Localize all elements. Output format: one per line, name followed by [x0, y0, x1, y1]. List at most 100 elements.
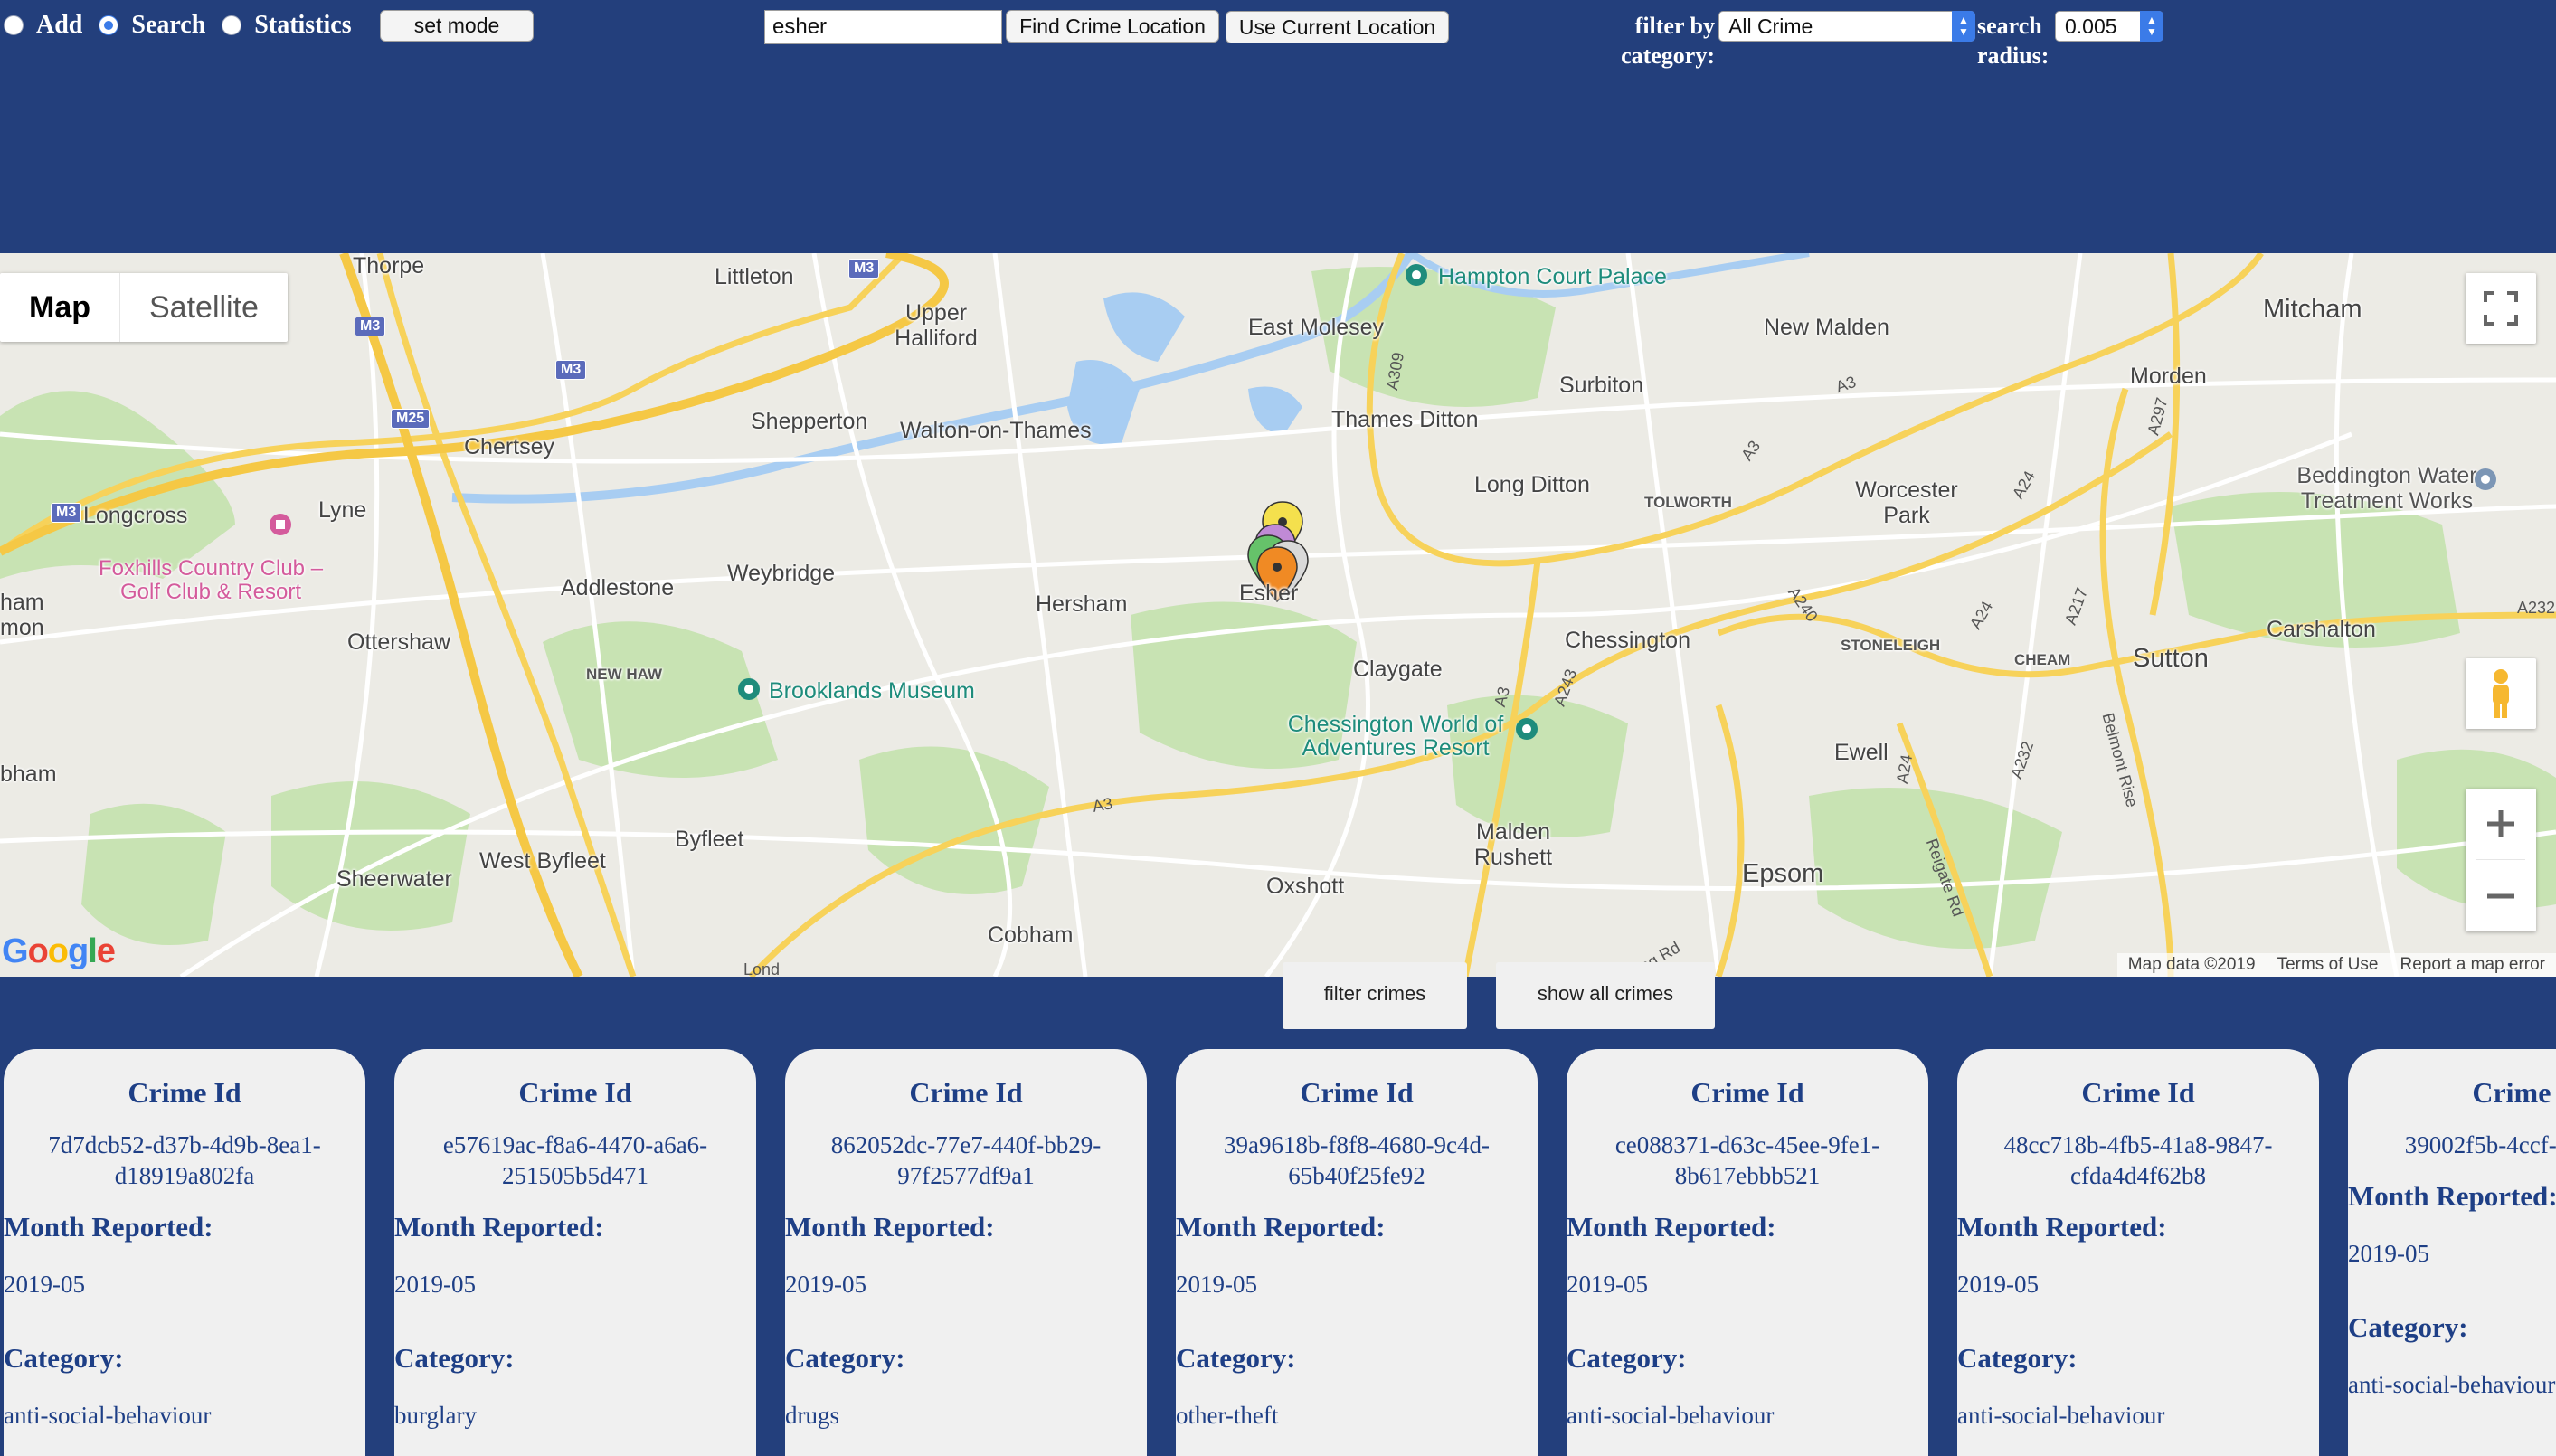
search-radius-label: search radius:: [1977, 13, 2050, 69]
crime-id-heading: Crime Id: [2081, 1076, 2195, 1109]
select-arrows-icon: ▲ ▼: [1952, 11, 1975, 42]
crime-card[interactable]: Crime Id 39002f5b-4ccf-768e22db Month Re…: [2348, 1049, 2556, 1456]
map-label-sutton: Sutton: [2133, 644, 2209, 673]
map-label-ewell: Ewell: [1834, 740, 1889, 765]
pegman-icon: [2493, 669, 2509, 718]
poi-pin-icon: [1516, 718, 1538, 740]
crime-card[interactable]: Crime Id ce088371-d63c-45ee-9fe1-8b617eb…: [1567, 1049, 1928, 1456]
map-label-walton: Walton-on-Thames: [900, 418, 1092, 443]
map-label-surbiton: Surbiton: [1559, 373, 1644, 398]
map-data-text: Map data ©2019: [2127, 955, 2256, 974]
map-label-foxhills: Foxhills Country Club – Golf Club & Reso…: [98, 556, 324, 604]
map-label-epsom: Epsom: [1742, 859, 1824, 888]
map-label-thames-ditton: Thames Ditton: [1331, 407, 1479, 432]
road-label: A3: [1091, 794, 1114, 816]
map-label-cheam: CHEAM: [2014, 651, 2071, 668]
terms-of-use-link[interactable]: Terms of Use: [2267, 953, 2390, 977]
map-label-ham-mon: ham mon: [0, 590, 44, 640]
category-heading: Category:: [785, 1342, 905, 1374]
road-shield: M3: [555, 360, 587, 380]
category-heading: Category:: [2348, 1311, 2468, 1343]
category-heading: Category:: [1957, 1342, 2078, 1374]
category-select[interactable]: All Crime ▲ ▼: [1718, 11, 1975, 42]
crime-id-heading: Crime Id: [518, 1076, 632, 1109]
zoom-in-icon[interactable]: [2466, 789, 2536, 859]
report-map-error-link[interactable]: Report a map error: [2389, 953, 2556, 977]
map-label-byfleet: Byfleet: [675, 827, 744, 852]
map-label-claygate: Claygate: [1353, 657, 1443, 682]
category-select-value: All Crime: [1728, 14, 1813, 38]
fullscreen-button[interactable]: [2466, 273, 2536, 344]
map-label-mitcham: Mitcham: [2263, 295, 2362, 324]
find-crime-location-button[interactable]: Find Crime Location: [1006, 10, 1219, 43]
month-reported-heading: Month Reported:: [1957, 1211, 2167, 1243]
poi-pin-icon: [738, 678, 760, 700]
map-label-malden-rushett: Malden Rushett: [1473, 819, 1553, 870]
map-label-oxshott: Oxshott: [1266, 874, 1345, 899]
select-arrows-icon: ▲ ▼: [2140, 11, 2163, 42]
crime-card[interactable]: Crime Id 39a9618b-f8f8-4680-9c4d-65b40f2…: [1176, 1049, 1538, 1456]
map-label-hampton-court: Hampton Court Palace: [1438, 264, 1667, 289]
map-label-brooklands: Brooklands Museum: [769, 678, 975, 704]
crime-card[interactable]: Crime Id 48cc718b-4fb5-41a8-9847-cfda4d4…: [1957, 1049, 2319, 1456]
crime-card[interactable]: Crime Id 862052dc-77e7-440f-bb29-97f2577…: [785, 1049, 1147, 1456]
map-label-shepperton: Shepperton: [751, 409, 868, 434]
map-label-long-ditton: Long Ditton: [1474, 472, 1590, 497]
road-shield: M3: [355, 317, 386, 336]
radius-select[interactable]: 0.005 ▲ ▼: [2055, 11, 2163, 42]
map-label-tolworth: TOLWORTH: [1644, 494, 1732, 511]
category-value: anti-social-behaviour: [1567, 1402, 1775, 1429]
map-type-control: Map Satellite: [0, 273, 288, 342]
map-label-stoneleigh: STONELEIGH: [1841, 637, 1941, 654]
control-bar: Add Search Statistics set mode esher Fin…: [0, 0, 2556, 253]
map-type-map-button[interactable]: Map: [0, 273, 119, 342]
map-label-cobham: Cobham: [988, 922, 1074, 948]
radius-select-value: 0.005: [2065, 14, 2117, 38]
map-label-chertsey: Chertsey: [464, 434, 555, 459]
street-view-button[interactable]: [2466, 658, 2536, 729]
category-heading: Category:: [394, 1342, 515, 1374]
map-label-east-molesey: East Molesey: [1248, 315, 1385, 340]
month-reported-heading: Month Reported:: [4, 1211, 213, 1243]
road-label: Lond: [743, 960, 781, 977]
mode-statistics-label: Statistics: [254, 11, 352, 39]
road-label: A232: [2517, 599, 2556, 617]
map-label-morden: Morden: [2130, 364, 2207, 389]
mode-add-radio[interactable]: [4, 15, 24, 35]
poi-pin-icon: [270, 514, 291, 535]
show-all-crimes-button[interactable]: show all crimes: [1496, 962, 1715, 1029]
category-value: anti-social-behaviour: [1957, 1402, 2165, 1429]
use-current-location-button[interactable]: Use Current Location: [1226, 11, 1449, 43]
category-heading: Category:: [1176, 1342, 1296, 1374]
set-mode-button[interactable]: set mode: [380, 10, 534, 42]
mode-search-radio[interactable]: [99, 15, 119, 35]
map-label-littleton: Littleton: [715, 264, 794, 289]
mode-statistics-radio[interactable]: [222, 15, 242, 35]
map-label-new-malden: New Malden: [1764, 315, 1889, 340]
crime-id-value: 39002f5b-4ccf-768e22db: [2404, 1131, 2556, 1158]
crime-id-heading: Crime Id: [1300, 1076, 1414, 1109]
month-reported-heading: Month Reported:: [394, 1211, 604, 1243]
zoom-out-icon[interactable]: [2466, 861, 2536, 931]
map-label-sheerwater: Sheerwater: [336, 866, 452, 892]
location-search-input[interactable]: esher: [764, 10, 1002, 44]
crime-id-value: 862052dc-77e7-440f-bb29-97f2577df9a1: [830, 1131, 1102, 1189]
month-reported-heading: Month Reported:: [1567, 1211, 1776, 1243]
category-value: drugs: [785, 1402, 839, 1429]
crime-card[interactable]: Crime Id e57619ac-f8a6-4470-a6a6-251505b…: [394, 1049, 756, 1456]
map-label-carshalton: Carshalton: [2267, 617, 2376, 642]
map-label-weybridge: Weybridge: [727, 561, 836, 586]
crime-id-value: 7d7dcb52-d37b-4d9b-8ea1-d18919a802fa: [48, 1131, 321, 1189]
category-value: other-theft: [1176, 1402, 1279, 1429]
category-value: anti-social-behaviour: [2348, 1371, 2556, 1398]
map-label-worcester-park: Worcester Park: [1855, 477, 1958, 528]
month-reported-heading: Month Reported:: [1176, 1211, 1386, 1243]
crime-card-list: Crime Id 7d7dcb52-d37b-4d9b-8ea1-d18919a…: [0, 1049, 2556, 1456]
map-label-upper-halliford: Upper Halliford: [895, 300, 978, 351]
google-logo: Google: [2, 932, 116, 970]
filter-crimes-button[interactable]: filter crimes: [1283, 962, 1467, 1029]
crime-map[interactable]: Thorpe Littleton Upper Halliford East Mo…: [0, 253, 2556, 977]
crime-card[interactable]: Crime Id 7d7dcb52-d37b-4d9b-8ea1-d18919a…: [4, 1049, 365, 1456]
map-type-satellite-button[interactable]: Satellite: [119, 273, 288, 342]
crime-id-value: ce088371-d63c-45ee-9fe1-8b617ebbb521: [1614, 1131, 1880, 1189]
